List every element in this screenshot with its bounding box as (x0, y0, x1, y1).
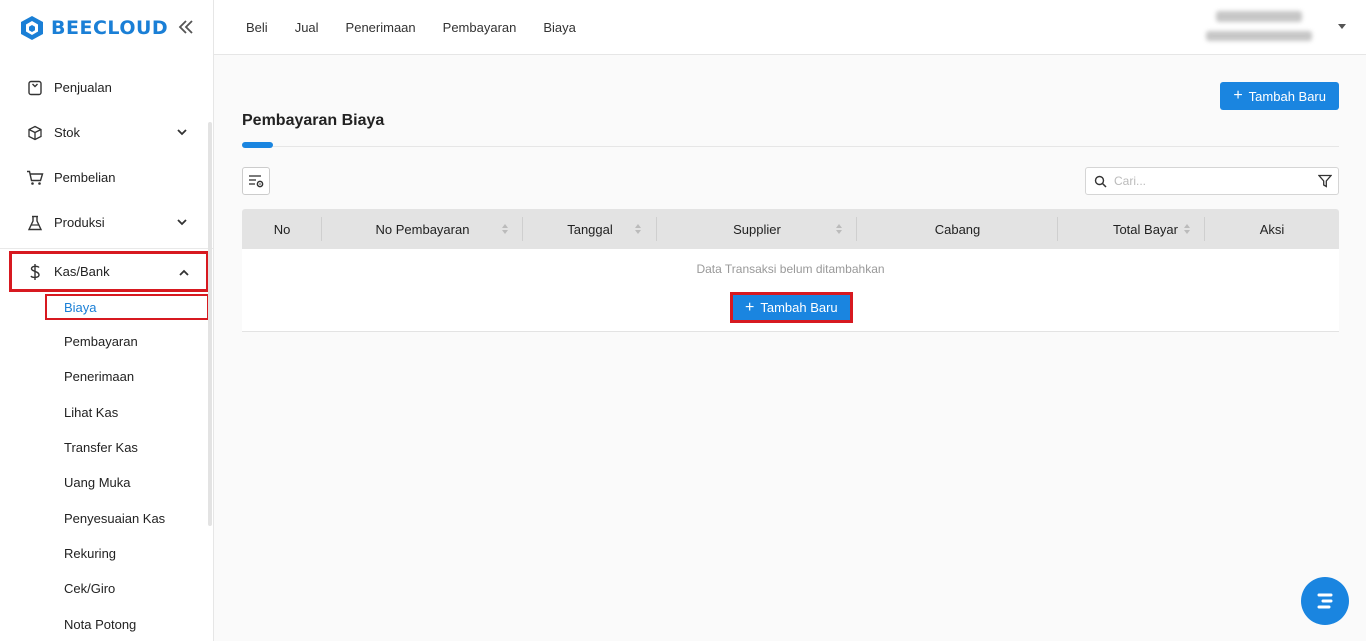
column-label: No Pembayaran (375, 221, 470, 237)
user-menu[interactable] (1206, 9, 1346, 47)
topnav-beli[interactable]: Beli (246, 20, 268, 35)
box-icon (26, 124, 44, 142)
chevron-up-icon (179, 269, 189, 276)
sidebar-item-label: Penjualan (54, 80, 112, 95)
sidebar-item-produksi[interactable]: Produksi (0, 200, 213, 245)
nav-divider (0, 248, 213, 249)
sidebar-subitem-penyesuaian-kas[interactable]: Penyesuaian Kas (0, 500, 213, 535)
column-header-cabang: Cabang (857, 209, 1058, 249)
sidebar-subitem-transfer-kas[interactable]: Transfer Kas (0, 430, 213, 465)
column-label: Tanggal (567, 221, 613, 237)
user-email-blurred (1206, 31, 1312, 41)
brand-name: BEECLOUD (51, 16, 169, 39)
filter-button[interactable] (1312, 167, 1339, 195)
sort-icon (1184, 224, 1190, 234)
sidebar-subitem-lihat-kas[interactable]: Lihat Kas (0, 395, 213, 430)
caret-down-icon (1338, 24, 1346, 29)
list-settings-icon (249, 175, 264, 188)
column-header-tanggal[interactable]: Tanggal (523, 209, 657, 249)
empty-add-new-label: Tambah Baru (760, 300, 838, 315)
sidebar: BEECLOUD Penjualan Stok Pembelian Produk… (0, 0, 214, 641)
beecloud-logo-icon (21, 15, 43, 40)
sidebar-item-penjualan[interactable]: Penjualan (0, 65, 213, 110)
search-input[interactable] (1114, 169, 1304, 193)
empty-add-new-button[interactable]: + Tambah Baru (733, 295, 850, 320)
column-label: Supplier (733, 221, 781, 237)
column-settings-button[interactable] (242, 167, 270, 195)
sidebar-item-stok[interactable]: Stok (0, 110, 213, 155)
add-new-label: Tambah Baru (1248, 88, 1326, 104)
sidebar-item-label: Kas/Bank (54, 264, 110, 279)
add-new-button[interactable]: + Tambah Baru (1220, 82, 1339, 110)
sort-icon (836, 224, 842, 234)
title-divider (242, 146, 1339, 147)
cart-icon (26, 169, 44, 187)
table-header: No No Pembayaran Tanggal Supplier Cabang (242, 209, 1339, 249)
sidebar-subitem-penerimaan[interactable]: Penerimaan (0, 359, 213, 394)
page-title: Pembayaran Biaya (242, 112, 385, 129)
sidebar-subitem-nota-potong[interactable]: Nota Potong (0, 606, 213, 641)
plus-icon: + (1233, 87, 1243, 104)
sort-icon (635, 224, 641, 234)
payments-table: No No Pembayaran Tanggal Supplier Cabang (242, 209, 1339, 332)
column-header-no-pembayaran[interactable]: No Pembayaran (322, 209, 523, 249)
table-body: Data Transaksi belum ditambahkan + Tamba… (242, 249, 1339, 332)
column-header-aksi: Aksi (1205, 209, 1339, 249)
sidebar-nav: Penjualan Stok Pembelian Produksi Kas/Ba… (0, 55, 213, 641)
top-nav: Beli Jual Penerimaan Pembayaran Biaya (246, 0, 603, 55)
column-header-no: No (242, 209, 322, 249)
column-header-total-bayar[interactable]: Total Bayar (1058, 209, 1205, 249)
search-box (1085, 167, 1313, 195)
sidebar-scrollbar[interactable] (208, 122, 212, 526)
chat-icon (1317, 593, 1333, 609)
search-icon (1086, 175, 1114, 188)
column-label: Aksi (1259, 221, 1285, 237)
user-name-blurred (1216, 11, 1302, 22)
sidebar-item-label: Pembelian (54, 170, 116, 185)
sidebar-item-pembelian[interactable]: Pembelian (0, 155, 213, 200)
chevron-down-icon (177, 129, 187, 136)
sidebar-subitem-biaya[interactable]: Biaya (45, 294, 209, 320)
sidebar-subitem-cek-giro[interactable]: Cek/Giro (0, 571, 213, 606)
topnav-jual[interactable]: Jual (295, 20, 319, 35)
sidebar-item-label: Produksi (54, 215, 105, 230)
topnav-pembayaran[interactable]: Pembayaran (443, 20, 517, 35)
chevron-down-icon (177, 219, 187, 226)
column-label: Total Bayar (1112, 221, 1178, 237)
column-label: Cabang (934, 221, 981, 237)
column-label: No (273, 221, 291, 237)
receipt-icon (26, 79, 44, 97)
topnav-penerimaan[interactable]: Penerimaan (346, 20, 416, 35)
plus-icon: + (745, 298, 755, 316)
empty-add-highlight: + Tambah Baru (730, 292, 853, 323)
sidebar-subitem-uang-muka[interactable]: Uang Muka (0, 465, 213, 500)
empty-state-text: Data Transaksi belum ditambahkan (696, 262, 885, 276)
top-bar: Beli Jual Penerimaan Pembayaran Biaya (214, 0, 1366, 55)
topnav-biaya[interactable]: Biaya (543, 20, 576, 35)
dollar-icon (26, 263, 44, 281)
column-header-supplier[interactable]: Supplier (657, 209, 857, 249)
flask-icon (26, 214, 44, 232)
sidebar-item-label: Stok (54, 125, 81, 140)
title-accent-bar (242, 142, 273, 148)
chat-support-button[interactable] (1301, 577, 1349, 625)
filter-icon (1318, 174, 1332, 188)
logo: BEECLOUD (0, 0, 213, 55)
sidebar-subitem-rekuring[interactable]: Rekuring (0, 536, 213, 571)
sort-icon (502, 224, 508, 234)
sidebar-subitem-pembayaran[interactable]: Pembayaran (0, 324, 213, 359)
sidebar-item-kas-bank[interactable]: Kas/Bank (9, 251, 209, 292)
collapse-sidebar-icon[interactable] (177, 18, 195, 36)
